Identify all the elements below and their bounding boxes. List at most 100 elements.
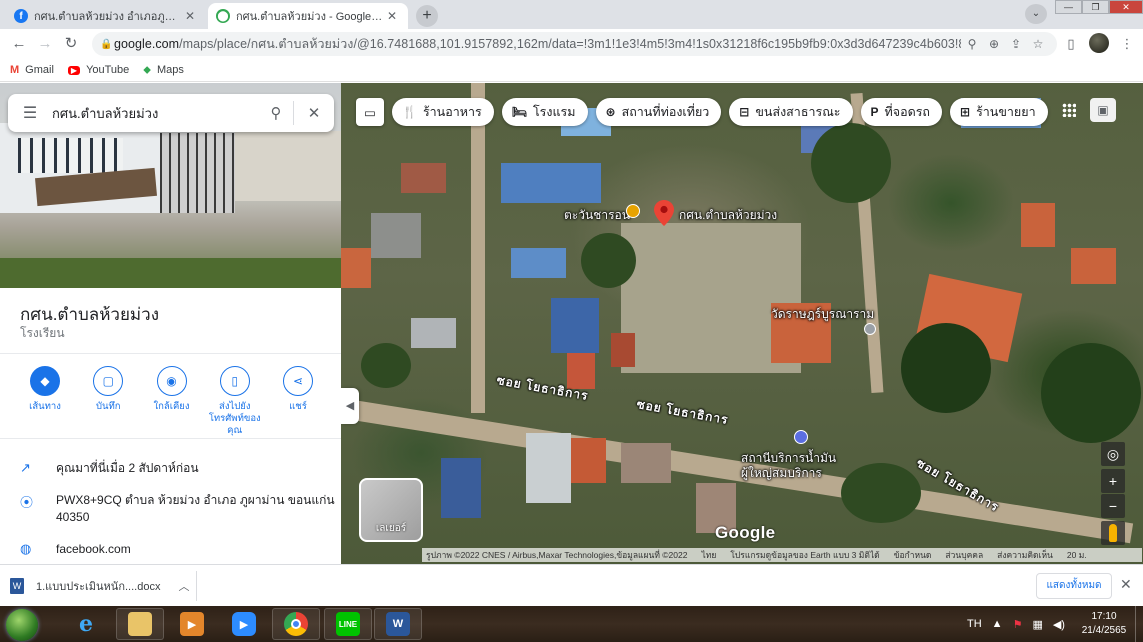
menu-kebab-icon[interactable]: ⋮ xyxy=(1116,33,1138,55)
tab-search-icon[interactable]: ⌄ xyxy=(1025,4,1047,24)
new-tab-button[interactable]: + xyxy=(416,5,438,27)
restore-icon[interactable]: ❐ xyxy=(1082,0,1109,14)
download-filename: 1.แบบประเมินหนัก....docx xyxy=(36,581,161,593)
directions-button[interactable]: ◆ เส้นทาง xyxy=(14,366,76,437)
url-text[interactable]: google.com/maps/place/กศน.ตำบลห้วยม่วง/@… xyxy=(114,34,961,54)
layers-button[interactable]: เลเยอร์ xyxy=(359,478,423,542)
action-label: เส้นทาง xyxy=(29,401,61,412)
chip-restaurant[interactable]: 🍴 ร้านอาหาร xyxy=(392,98,494,126)
account-icon[interactable]: ▣ xyxy=(1090,98,1116,122)
send-to-phone-button[interactable]: ▯ ส่งไปยังโทรศัพท์ของคุณ xyxy=(204,366,266,437)
building-roof xyxy=(571,438,606,483)
clock[interactable]: 17:10 21/4/2565 xyxy=(1078,610,1130,638)
chip-transit[interactable]: ⊟ ขนส่งสาธารณะ xyxy=(729,98,853,126)
privacy-link[interactable]: ส่วนบุคคล xyxy=(945,548,983,562)
my-location-icon[interactable]: ◎ xyxy=(1101,442,1125,466)
taskbar-word[interactable]: W xyxy=(374,608,422,640)
taskbar-internet-explorer[interactable]: e xyxy=(62,608,110,640)
search-input[interactable]: กศน.ตำบลห้วยม่วง xyxy=(52,103,259,124)
taskbar-line[interactable]: LINE xyxy=(324,608,372,640)
chip-hotel[interactable]: 🛏 โรงแรม xyxy=(501,98,588,126)
volume-icon[interactable]: ◀) xyxy=(1053,618,1065,631)
chip-label: ร้านขายยา xyxy=(976,105,1036,119)
language-link[interactable]: ไทย xyxy=(701,548,716,562)
show-all-button[interactable]: แสดงทั้งหมด xyxy=(1036,573,1112,599)
taskbar-file-explorer[interactable] xyxy=(116,608,164,640)
satellite-map[interactable]: ตะวันชารอน กศน.ตำบลห้วยม่วง วัดราษฎร์บูร… xyxy=(341,83,1143,564)
tab-maps[interactable]: ⬤ กศน.ตำบลห้วยม่วง - Google Maps ✕ xyxy=(208,3,408,29)
close-window-icon[interactable]: ✕ xyxy=(1109,0,1143,14)
chip-scroll-left-icon[interactable]: ▭ xyxy=(356,98,384,126)
bookmark-label: Gmail xyxy=(25,64,54,76)
share-button[interactable]: ⋖ แชร์ xyxy=(267,366,329,437)
website-row[interactable]: ◍ facebook.com xyxy=(20,541,336,558)
clear-icon[interactable]: ✕ xyxy=(294,104,334,122)
gas-station-icon[interactable] xyxy=(794,430,808,444)
zoom-in-button[interactable]: + xyxy=(1101,469,1125,493)
place-pin-icon[interactable] xyxy=(654,200,674,226)
nearby-button[interactable]: ◉ ใกล้เคียง xyxy=(141,366,203,437)
tab-facebook[interactable]: f กศน.ตำบลห้วยม่วง อำเภอภูผาม่าน จังห ✕ xyxy=(6,3,206,29)
chevron-up-icon[interactable]: ︿ xyxy=(178,578,189,594)
temple-icon[interactable] xyxy=(864,323,876,335)
bookmark-label: YouTube xyxy=(86,64,130,76)
start-button[interactable] xyxy=(6,609,38,641)
scale-label[interactable]: 20 ม. xyxy=(1067,548,1087,562)
gas-station-label[interactable]: สถานีบริการน้ำมัน ผู้ใหญ่สมบริการ xyxy=(741,451,851,481)
flag-icon[interactable]: ⚑ xyxy=(1013,618,1023,631)
temple-label[interactable]: วัดราษฎร์บูรณาราม xyxy=(771,305,874,324)
action-label: บันทึก xyxy=(95,401,121,412)
close-tab-icon[interactable]: ✕ xyxy=(182,9,198,23)
earth-3d-link[interactable]: โปรแกรมดูข้อมูลของ Earth แบบ 3 มิติได้ xyxy=(730,548,879,562)
show-hidden-icons-icon[interactable]: ▲ xyxy=(992,618,1003,630)
gate xyxy=(160,133,235,213)
place-category[interactable]: โรงเรียน xyxy=(20,324,65,343)
google-apps-icon[interactable] xyxy=(1062,103,1076,117)
download-item[interactable]: W 1.แบบประเมินหนัก....docx ︿ xyxy=(10,572,189,600)
language-indicator[interactable]: TH xyxy=(967,618,982,630)
install-app-icon[interactable]: ⊕ xyxy=(983,37,1005,51)
close-download-bar-icon[interactable]: ✕ xyxy=(1120,576,1132,593)
save-button[interactable]: ▢ บันทึก xyxy=(77,366,139,437)
pegman-icon[interactable] xyxy=(1101,521,1125,545)
cafe-icon[interactable] xyxy=(626,204,640,218)
place-pin-label[interactable]: กศน.ตำบลห้วยม่วง xyxy=(679,206,777,225)
minimize-icon[interactable]: — xyxy=(1055,0,1082,14)
back-icon[interactable]: ← xyxy=(8,33,30,55)
feedback-link[interactable]: ส่งความคิดเห็น xyxy=(997,548,1053,562)
poi-label[interactable]: ตะวันชารอน xyxy=(564,206,630,225)
reload-icon[interactable]: ↻ xyxy=(60,33,82,55)
taskbar-chrome[interactable] xyxy=(272,608,320,640)
bookmark-star-icon[interactable]: ☆ xyxy=(1027,37,1049,51)
address-row[interactable]: ⦿ PWX8+9CQ ตำบล ห้วยม่วง อำเภอ ภูผาม่าน … xyxy=(20,492,336,526)
search-box[interactable]: ☰ กศน.ตำบลห้วยม่วง ⚲ ✕ xyxy=(8,94,334,132)
visit-history-row[interactable]: ↗ คุณมาที่นี่เมื่อ 2 สัปดาห์ก่อน xyxy=(20,460,336,477)
location-icon[interactable]: ⚲ xyxy=(961,37,983,51)
chip-pharmacy[interactable]: ⊞ ร้านขายยา xyxy=(950,98,1048,126)
tree xyxy=(841,463,921,523)
chip-attractions[interactable]: ⊛ สถานที่ท่องเที่ยว xyxy=(595,98,722,126)
profile-avatar[interactable] xyxy=(1089,33,1109,53)
close-tab-icon[interactable]: ✕ xyxy=(384,9,400,23)
lock-icon[interactable]: 🔒 xyxy=(100,39,114,50)
forward-icon[interactable]: → xyxy=(34,33,56,55)
share-page-icon[interactable]: ⇪ xyxy=(1005,37,1027,51)
show-desktop-button[interactable] xyxy=(1135,606,1143,642)
collapse-panel-button[interactable]: ◀ xyxy=(341,388,359,424)
maps-pin-icon: ⬤ xyxy=(216,9,230,23)
taskbar-zoom[interactable]: ▶ xyxy=(220,608,268,640)
chip-parking[interactable]: P ที่จอดรถ xyxy=(860,98,943,126)
address-bar[interactable]: 🔒 google.com/maps/place/กศน.ตำบลห้วยม่วง… xyxy=(92,32,1057,56)
zoom-out-button[interactable]: − xyxy=(1101,494,1125,518)
parking-icon: P xyxy=(870,105,879,119)
bookmark-gmail[interactable]: M Gmail xyxy=(10,64,54,76)
terms-link[interactable]: ข้อกำหนด xyxy=(894,548,932,562)
side-panel-icon[interactable]: ▯ xyxy=(1060,33,1082,55)
network-icon[interactable]: ▦ xyxy=(1032,618,1042,631)
search-icon[interactable]: ⚲ xyxy=(259,104,293,122)
menu-icon[interactable]: ☰ xyxy=(8,103,52,123)
taskbar-media-player[interactable]: ▶ xyxy=(168,608,216,640)
bookmark-maps[interactable]: ⬥ Maps xyxy=(143,64,184,77)
media-player-icon: ▶ xyxy=(180,612,204,636)
bookmark-youtube[interactable]: ▶ YouTube xyxy=(67,64,130,76)
